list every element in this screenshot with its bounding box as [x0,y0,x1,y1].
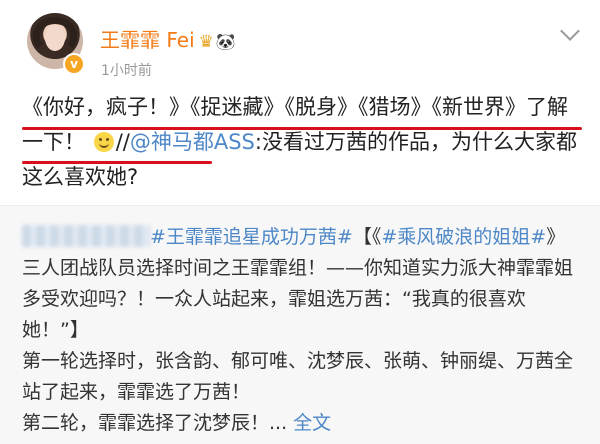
repost-line-2: 第一轮选择时，张含韵、郁可唯、沈梦辰、张萌、钟丽缇、万茜全站了起来，霏霏选了万茜… [22,350,574,403]
panda-icon: 🐼 [215,32,236,51]
chevron-down-icon[interactable] [560,21,580,41]
red-underline-1 [22,127,582,130]
crown-icon: ♛ [198,32,214,52]
hashtag-link-1[interactable]: #王霏霏追星成功万茜# [150,226,353,248]
username[interactable]: 王霏霏 Fei ♛ 🐼 [100,24,236,53]
blurred-username [22,225,150,247]
repost-content: #王霏霏追星成功万茜#【《#乘风破浪的姐姐#》三人团战队员选择时间之王霏霏组！—… [22,222,582,439]
post-content: 《你好，疯子！》《捉迷藏》《脱身》《猎场》《新世界》了解一下！ //@神马都AS… [22,90,582,195]
verified-badge-icon: v [63,53,85,75]
reposted-weibo[interactable]: #王霏霏追星成功万茜#【《#乘风破浪的姐姐#》三人团战队员选择时间之王霏霏组！—… [0,206,600,444]
username-text: 王霏霏 Fei [100,28,195,52]
post-time: 1小时前 [101,63,152,79]
avatar-face [45,25,65,51]
repost-text-1: 【《 [352,226,382,248]
red-underline-2 [22,161,212,164]
mention-link[interactable]: @神马都ASS [130,130,255,154]
weibo-post: v 王霏霏 Fei ♛ 🐼 1小时前 《你好，疯子！》《捉迷藏》《脱身》《猎场》《新… [0,0,600,205]
hashtag-link-2[interactable]: #乘风破浪的姐姐# [381,226,546,248]
repost-line-3: 第二轮，霏霏选择了沈梦辰！... [22,412,288,434]
repost-separator: // [115,130,130,154]
smile-emoji-icon [93,132,114,152]
full-text-link[interactable]: 全文 [293,412,331,434]
